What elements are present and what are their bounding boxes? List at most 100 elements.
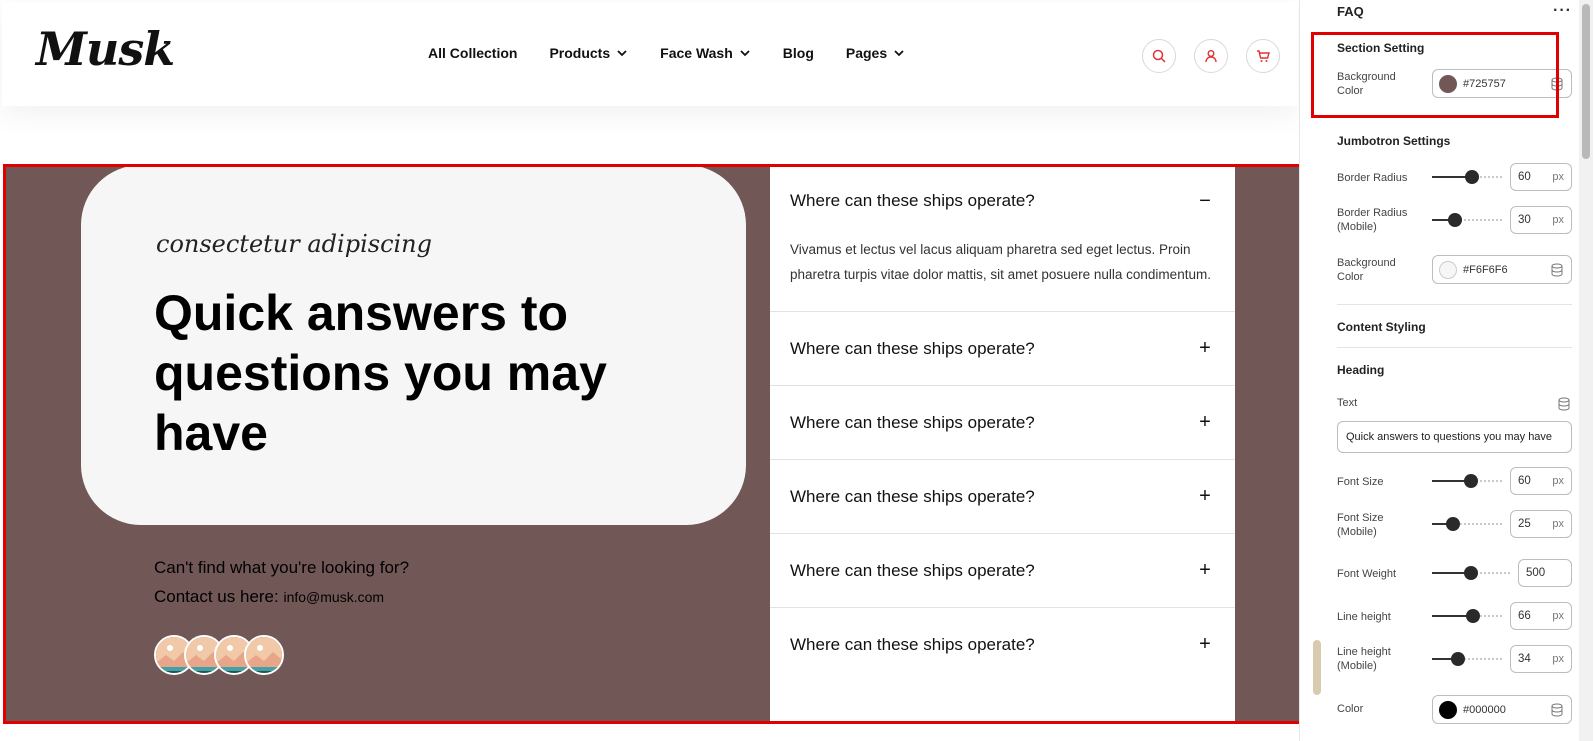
panel-scroll-thumb[interactable] <box>1582 4 1590 159</box>
jumbotron-bg-label: Background Color <box>1337 257 1396 283</box>
slider-knob[interactable] <box>1464 474 1478 488</box>
border-radius-mobile-slider[interactable] <box>1432 213 1502 227</box>
slider-knob[interactable] <box>1464 566 1478 580</box>
input-value: 60 <box>1518 475 1531 487</box>
plus-icon: + <box>1199 485 1211 507</box>
site-logo[interactable]: Musk <box>36 22 175 76</box>
faq-subheading: consectetur adipiscing <box>156 230 432 258</box>
faq-question: Where can these ships operate? <box>790 338 1035 358</box>
faq-question-toggle[interactable]: Where can these ships operate? + <box>790 386 1215 459</box>
slider-knob[interactable] <box>1446 517 1460 531</box>
more-options-icon[interactable]: ··· <box>1553 2 1572 20</box>
divider <box>1337 347 1572 348</box>
cart-icon <box>1257 50 1270 62</box>
panel-title: FAQ <box>1337 4 1364 19</box>
color-swatch <box>1439 700 1457 719</box>
contact-email-link[interactable]: info@musk.com <box>283 589 384 605</box>
page-preview: Musk All Collection Products Face Wash B… <box>0 0 1300 741</box>
line-height-label: Line height <box>1337 611 1391 623</box>
header-actions <box>1142 39 1280 73</box>
heading-color-label: Color <box>1337 703 1364 715</box>
nav-pages[interactable]: Pages <box>846 45 905 61</box>
search-button[interactable] <box>1142 39 1176 73</box>
line-height-mobile-input[interactable]: 34 px <box>1510 645 1572 673</box>
database-icon[interactable] <box>1551 703 1563 717</box>
unit-label: px <box>1552 518 1564 530</box>
faq-question-toggle[interactable]: Where can these ships operate? + <box>790 608 1215 681</box>
heading-color-picker[interactable]: #000000 <box>1432 695 1572 724</box>
faq-item: Where can these ships operate? + <box>770 312 1235 386</box>
chevron-down-icon <box>894 50 904 57</box>
unit-label: px <box>1552 214 1564 226</box>
faq-question-toggle[interactable]: Where can these ships operate? + <box>790 312 1215 385</box>
section-bg-color-picker[interactable]: #725757 <box>1432 69 1572 98</box>
preview-scroll-thumb[interactable] <box>1313 640 1321 695</box>
input-value: 66 <box>1518 610 1531 622</box>
font-weight-input[interactable]: 500 <box>1518 559 1572 587</box>
slider-knob[interactable] <box>1465 170 1479 184</box>
site-header: Musk All Collection Products Face Wash B… <box>2 2 1298 106</box>
avatar <box>244 635 284 675</box>
section-bg-label: Background Color <box>1337 71 1396 97</box>
slider-knob[interactable] <box>1448 213 1462 227</box>
unit-label: px <box>1552 475 1564 487</box>
jumbotron-settings-title: Jumbotron Settings <box>1337 134 1451 148</box>
nav-face-wash[interactable]: Face Wash <box>660 45 751 61</box>
panel-scrollbar[interactable] <box>1579 0 1593 741</box>
color-value: #000000 <box>1463 703 1506 716</box>
avatar-group <box>154 635 284 675</box>
database-icon[interactable] <box>1558 397 1570 411</box>
plus-icon: + <box>1199 633 1211 655</box>
nav-label: All Collection <box>428 45 518 61</box>
faq-item: Where can these ships operate? + <box>770 460 1235 534</box>
faq-question: Where can these ships operate? <box>790 412 1035 432</box>
main-nav: All Collection Products Face Wash Blog P… <box>428 45 905 61</box>
faq-question: Where can these ships operate? <box>790 634 1035 654</box>
input-value: 25 <box>1518 518 1531 530</box>
nav-blog[interactable]: Blog <box>783 45 814 61</box>
color-value: #F6F6F6 <box>1463 263 1508 276</box>
input-value: 60 <box>1518 171 1531 183</box>
border-radius-slider[interactable] <box>1432 170 1502 184</box>
font-size-slider[interactable] <box>1432 474 1502 488</box>
font-size-mobile-input[interactable]: 25 px <box>1510 510 1572 538</box>
line-height-input[interactable]: 66 px <box>1510 602 1572 630</box>
faq-question-toggle[interactable]: Where can these ships operate? + <box>790 534 1215 607</box>
faq-section[interactable]: consectetur adipiscing Quick answers to … <box>3 165 1299 723</box>
font-size-input[interactable]: 60 px <box>1510 467 1572 495</box>
font-weight-slider[interactable] <box>1432 566 1510 580</box>
line-height-mobile-slider[interactable] <box>1432 652 1502 666</box>
faq-item: Where can these ships operate? + <box>770 534 1235 608</box>
slider-knob[interactable] <box>1451 652 1465 666</box>
border-radius-mobile-input[interactable]: 30 px <box>1510 206 1572 234</box>
nav-all-collection[interactable]: All Collection <box>428 45 517 61</box>
nav-products[interactable]: Products <box>549 45 628 61</box>
chevron-down-icon <box>740 50 750 57</box>
faq-question-toggle[interactable]: Where can these ships operate? − <box>790 165 1215 237</box>
section-setting-title: Section Setting <box>1337 41 1425 55</box>
faq-question: Where can these ships operate? <box>790 191 1035 210</box>
cart-button[interactable] <box>1246 39 1280 73</box>
heading-text-input[interactable]: Quick answers to questions you may have <box>1337 421 1572 453</box>
line-height-slider[interactable] <box>1432 609 1502 623</box>
nav-label: Products <box>549 45 611 61</box>
slider-knob[interactable] <box>1466 609 1480 623</box>
nav-label: Face Wash <box>660 45 733 61</box>
plus-icon: + <box>1199 337 1211 359</box>
font-size-mobile-slider[interactable] <box>1432 517 1502 531</box>
account-button[interactable] <box>1194 39 1228 73</box>
input-value: 500 <box>1526 567 1546 579</box>
database-icon[interactable] <box>1551 77 1563 91</box>
unit-label: px <box>1552 653 1564 665</box>
jumbotron-bg-color-picker[interactable]: #F6F6F6 <box>1432 255 1572 284</box>
database-icon[interactable] <box>1551 263 1563 277</box>
faq-answer: Vivamus et lectus vel lacus aliquam phar… <box>790 242 1211 282</box>
input-value: 34 <box>1518 653 1531 665</box>
plus-icon: + <box>1199 411 1211 433</box>
border-radius-input[interactable]: 60 px <box>1510 163 1572 191</box>
divider <box>1337 304 1572 305</box>
nav-label: Pages <box>845 45 888 61</box>
contact-question: Can't find what you're looking for? <box>154 558 410 577</box>
faq-question-toggle[interactable]: Where can these ships operate? + <box>790 460 1215 533</box>
contact-line: Contact us here: info@musk.com <box>154 587 409 607</box>
